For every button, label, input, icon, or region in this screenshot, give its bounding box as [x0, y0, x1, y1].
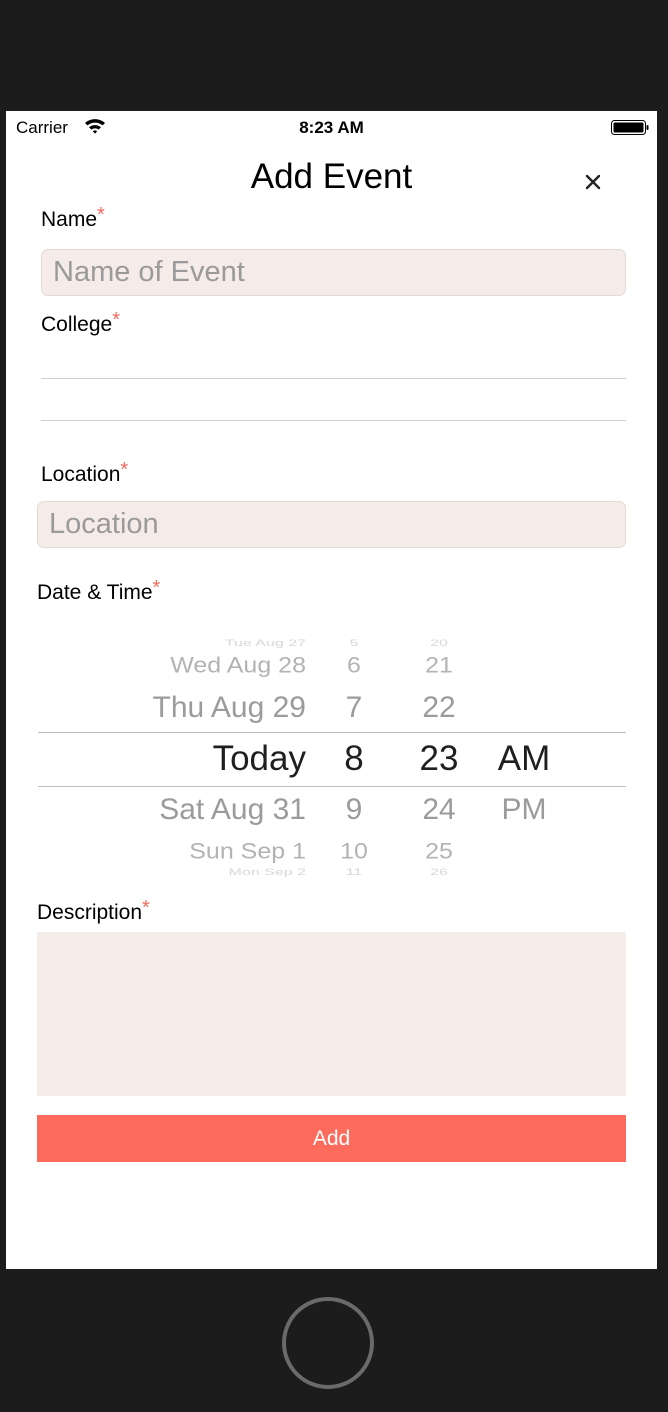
name-label-text: Name [41, 208, 98, 231]
status-bar: Carrier 8:23 AM [6, 111, 657, 145]
picker-minute-option[interactable]: 26 [414, 868, 464, 878]
required-mark: * [152, 577, 161, 599]
picker-minute-option[interactable]: 21 [414, 652, 464, 678]
picker-date-option[interactable]: Mon Sep 2 [229, 868, 306, 878]
picker-hour-option[interactable]: 6 [334, 652, 374, 678]
close-icon[interactable] [582, 171, 604, 193]
college-label: College* [41, 309, 120, 337]
required-mark: * [142, 897, 150, 919]
picker-minute-selected[interactable]: 23 [414, 739, 464, 779]
picker-hour-option[interactable]: 9 [334, 793, 374, 827]
picker-minute-option[interactable]: 22 [414, 691, 464, 725]
picker-date-option[interactable]: Sat Aug 31 [159, 793, 306, 827]
add-button[interactable]: Add [37, 1115, 626, 1162]
picker-ampm-option[interactable]: PM [494, 793, 554, 827]
required-mark: * [112, 309, 121, 331]
picker-date-option[interactable]: Sun Sep 1 [189, 838, 306, 864]
app-screen: Carrier 8:23 AM Add Event Name* Name of … [6, 111, 657, 1269]
battery-icon [611, 120, 649, 135]
picker-hour-option[interactable]: 10 [334, 838, 374, 864]
required-mark: * [120, 459, 129, 481]
location-label-text: Location [41, 463, 121, 486]
picker-hour-option[interactable]: 7 [334, 691, 374, 725]
location-label: Location* [41, 459, 128, 487]
datetime-label: Date & Time* [37, 577, 160, 605]
required-mark: * [97, 204, 105, 226]
datetime-label-text: Date & Time [37, 581, 153, 604]
picker-date-option[interactable]: Thu Aug 29 [153, 691, 306, 725]
picker-minute-option[interactable]: 20 [414, 639, 464, 649]
college-selector[interactable] [41, 379, 626, 420]
college-field-bottom-line [41, 420, 626, 421]
picker-hour-selected[interactable]: 8 [334, 739, 374, 779]
description-textarea[interactable] [37, 932, 626, 1096]
name-input[interactable]: Name of Event [41, 249, 626, 296]
picker-selection-top-line [38, 732, 626, 733]
picker-hour-option[interactable]: 11 [334, 868, 374, 878]
description-label: Description* [37, 897, 150, 925]
description-label-text: Description [37, 901, 143, 924]
picker-ampm-selected[interactable]: AM [494, 739, 554, 779]
status-time: 8:23 AM [299, 118, 364, 137]
picker-selection-bottom-line [38, 786, 626, 787]
picker-date-option[interactable]: Tue Aug 27 [225, 639, 306, 649]
college-label-text: College [41, 313, 113, 336]
page-title: Add Event [250, 157, 413, 196]
name-label: Name* [41, 204, 105, 232]
date-time-picker[interactable]: Tue Aug 27 Wed Aug 28 Thu Aug 29 Today S… [38, 631, 626, 881]
picker-date-selected[interactable]: Today [213, 739, 306, 779]
picker-minute-option[interactable]: 25 [414, 838, 464, 864]
picker-hour-option[interactable]: 5 [334, 639, 374, 649]
picker-date-option[interactable]: Wed Aug 28 [170, 652, 306, 678]
picker-minute-option[interactable]: 24 [414, 793, 464, 827]
location-input[interactable]: Location [37, 501, 626, 548]
home-button[interactable] [282, 1297, 374, 1389]
